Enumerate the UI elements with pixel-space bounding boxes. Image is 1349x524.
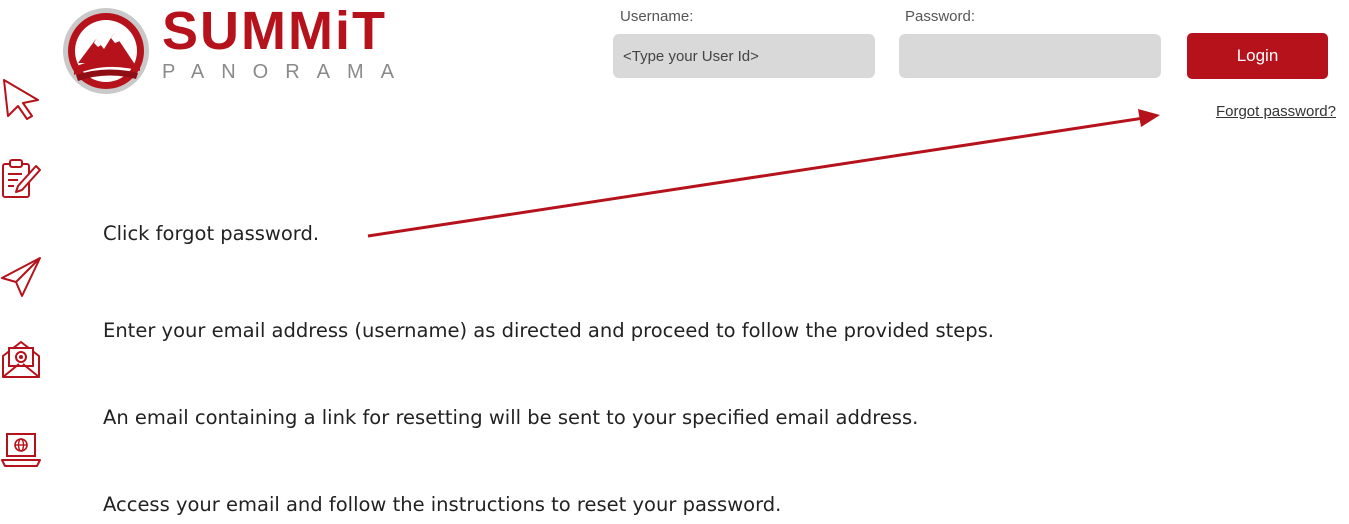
step-1-text: Click forgot password. xyxy=(103,222,320,245)
login-button[interactable]: Login xyxy=(1187,33,1328,79)
brand-name: SUMMiT xyxy=(162,1,387,61)
password-label: Password: xyxy=(905,8,976,25)
paper-plane-icon xyxy=(1,257,41,297)
forgot-password-link[interactable]: Forgot password? xyxy=(1216,103,1336,120)
step-4-text: Access your email and follow the instruc… xyxy=(103,493,782,516)
summit-logo-icon xyxy=(63,8,149,94)
clipboard-edit-icon xyxy=(2,159,41,198)
laptop-globe-icon xyxy=(1,433,41,467)
password-input[interactable] xyxy=(899,34,1161,78)
step-3-text: An email containing a link for resetting… xyxy=(103,406,919,429)
brand-tagline: PANORAMA xyxy=(162,61,411,83)
email-open-icon xyxy=(2,341,40,378)
step-2-text: Enter your email address (username) as d… xyxy=(103,319,995,342)
username-input[interactable] xyxy=(613,34,875,78)
cursor-arrow-icon xyxy=(3,79,39,120)
username-label: Username: xyxy=(620,8,694,25)
